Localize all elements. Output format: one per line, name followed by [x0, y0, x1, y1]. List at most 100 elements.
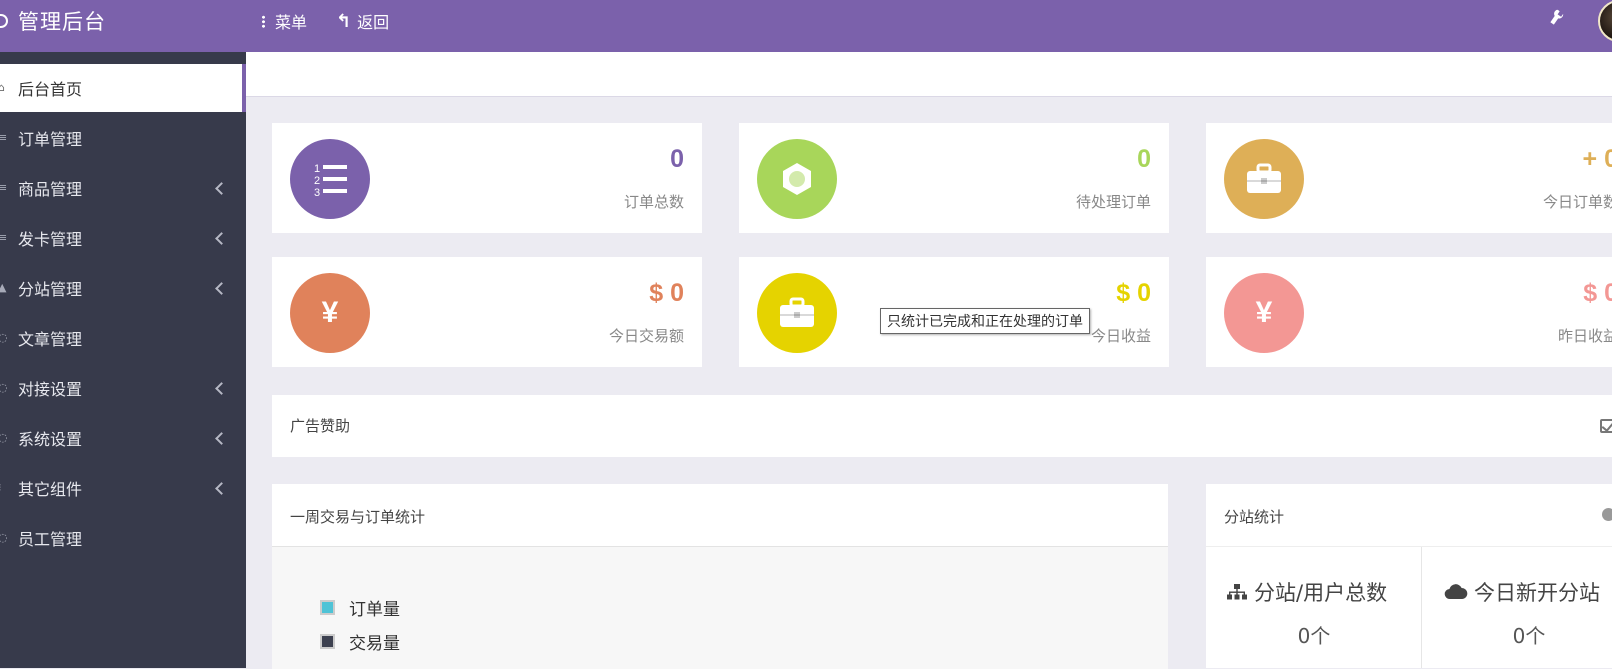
stat-value: 0个: [1512, 624, 1546, 648]
yen-icon: ¥: [1224, 273, 1304, 353]
sidebar-item[interactable]: ≡ 商品管理: [0, 164, 242, 212]
stat-value: $ 0: [649, 279, 684, 307]
legend-item[interactable]: 交易量: [320, 629, 400, 654]
sidebar-item[interactable]: ⁝ 其它组件: [0, 464, 242, 512]
sidebar-item-label: 对接设置: [18, 380, 83, 399]
menu-label: 菜单: [275, 13, 308, 32]
sidebar-item[interactable]: ⌂ 后台首页: [0, 64, 246, 112]
stat-value: $ 0: [1583, 279, 1612, 307]
sidebar-item[interactable]: ◌ 对接设置: [0, 364, 242, 412]
legend-label: 订单量: [349, 600, 400, 620]
check-square-icon[interactable]: [1600, 419, 1612, 433]
stat-value: 0: [670, 145, 684, 173]
file-icon: ◌: [0, 331, 8, 344]
content-header: [246, 52, 1612, 97]
divider: [1206, 546, 1612, 547]
ad-panel: 广告赞助: [272, 395, 1612, 457]
dashboard-icon: [0, 14, 8, 28]
new-substation-heading: 今日新开分站: [1444, 577, 1600, 607]
panel-title: 广告赞助: [290, 417, 351, 435]
legend-label: 交易量: [349, 634, 400, 654]
sidebar-item-label: 分站管理: [18, 280, 83, 299]
stat-value: $ 0: [1116, 279, 1151, 307]
stat-value: 0: [1137, 145, 1151, 173]
stat-card: ¥ $ 0 今日交易额: [272, 257, 702, 367]
stat-label: 今日订单数: [1542, 193, 1612, 211]
svg-text:3: 3: [314, 187, 320, 199]
legend-item[interactable]: 订单量: [320, 595, 400, 620]
chevron-left-icon: [215, 231, 228, 245]
stat-label: 订单总数: [623, 193, 684, 211]
svg-text:2: 2: [314, 175, 320, 187]
sidebar-item-label: 发卡管理: [18, 230, 83, 249]
menu-toggle-button[interactable]: 菜单: [262, 0, 307, 42]
sidebar-item-label: 商品管理: [18, 180, 83, 199]
sidebar-item[interactable]: ≡ 订单管理: [0, 114, 242, 162]
grid-icon: ≡: [0, 181, 8, 194]
legend-swatch: [320, 600, 335, 615]
briefcase-icon: [757, 273, 837, 353]
sidebar-item[interactable]: ≡ 发卡管理: [0, 214, 242, 262]
list-icon: ≡: [0, 131, 8, 144]
sitemap-icon: [1227, 584, 1247, 600]
legend-swatch: [320, 634, 335, 649]
stat-label: 今日交易额: [608, 327, 684, 345]
stat-card: ¥ $ 0 昨日收益: [1206, 257, 1612, 367]
svg-text:1: 1: [314, 163, 320, 175]
sitemap-icon: ▲: [0, 281, 7, 294]
puzzle-icon: ⁝: [0, 482, 6, 494]
app-title: 管理后台: [18, 10, 106, 34]
home-icon: ⌂: [0, 81, 5, 94]
chevron-left-icon: [215, 381, 228, 395]
stat-value: 0个: [1297, 624, 1331, 648]
brand[interactable]: 管理后台: [0, 0, 106, 42]
stat-card: + 0 今日订单数: [1206, 123, 1612, 233]
stat-label: 今日新开分站: [1474, 581, 1600, 605]
wrench-icon[interactable]: [1546, 7, 1568, 33]
sidebar-item[interactable]: ▲ 分站管理: [0, 264, 242, 312]
stat-card: 1 2 3 0 订单总数: [272, 123, 702, 233]
sidebar-item-label: 后台首页: [18, 80, 83, 99]
chart-area: 订单量 交易量: [272, 546, 1168, 669]
sidebar: ⌂ 后台首页 ≡ 订单管理 ≡ 商品管理 ≡ 发卡管理 ▲ 分站管理 ◌ 文章管理 ◌ 对接设置 ◌ 系统设置…: [0, 52, 246, 668]
divider: [1421, 547, 1422, 668]
plug-icon: ◌: [0, 381, 8, 394]
reply-icon: ↰: [336, 10, 352, 32]
users-icon: ◌: [0, 531, 8, 544]
stat-card: 0 待处理订单: [739, 123, 1169, 233]
panel-title: 一周交易与订单统计: [290, 508, 426, 526]
sidebar-item-label: 系统设置: [18, 430, 83, 449]
panel-title: 分站统计: [1224, 508, 1285, 526]
tooltip: 只统计已完成和正在处理的订单: [880, 308, 1090, 334]
sidebar-item-label: 其它组件: [18, 480, 83, 499]
cloud-icon: [1444, 584, 1468, 600]
status-dot-icon[interactable]: [1602, 508, 1612, 521]
stat-label: 今日收益: [1090, 327, 1151, 345]
card-icon: ≡: [0, 231, 8, 244]
chevron-left-icon: [215, 481, 228, 495]
chevron-left-icon: [215, 431, 228, 445]
stat-value: + 0: [1582, 145, 1612, 173]
sidebar-item-label: 员工管理: [18, 530, 83, 549]
substation-total-heading: 分站/用户总数: [1226, 577, 1387, 607]
chart-panel: 一周交易与订单统计: [272, 484, 1168, 546]
menu-dots-icon: [262, 14, 265, 28]
sidebar-item[interactable]: ◌ 系统设置: [0, 414, 242, 462]
spinner-icon: [757, 139, 837, 219]
sidebar-item[interactable]: ◌ 员工管理: [0, 514, 242, 562]
avatar[interactable]: [1598, 0, 1612, 42]
ordered-list-icon: 123: [290, 139, 370, 219]
top-navbar: 管理后台 菜单 ↰ 返回: [0, 0, 1612, 52]
back-label: 返回: [357, 13, 390, 32]
briefcase-icon: [1224, 139, 1304, 219]
back-button[interactable]: ↰ 返回: [336, 0, 389, 42]
chevron-left-icon: [215, 281, 228, 295]
chevron-left-icon: [215, 181, 228, 195]
sidebar-item[interactable]: ◌ 文章管理: [0, 314, 242, 362]
gear-icon: ◌: [0, 431, 8, 444]
sidebar-item-label: 文章管理: [18, 330, 83, 349]
sidebar-item-label: 订单管理: [18, 130, 83, 149]
stat-label: 昨日收益: [1557, 327, 1612, 345]
stat-label: 待处理订单: [1075, 193, 1151, 211]
yen-icon: ¥: [290, 273, 370, 353]
